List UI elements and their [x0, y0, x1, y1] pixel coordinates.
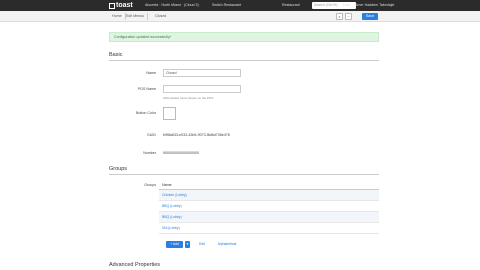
chevron-down-icon: ▾	[186, 242, 189, 246]
sub-toolbar: Home Edit Menus Closed ⌕ ⋯ Save	[0, 11, 480, 22]
pos-name-label: POS Name	[137, 87, 156, 91]
name-input[interactable]: Closed	[163, 69, 241, 77]
groups-section-title: Groups	[109, 166, 128, 172]
advanced-section-title: Advanced Properties	[109, 262, 161, 268]
button-color-swatch[interactable]	[163, 107, 176, 120]
alphabetical-sort-button[interactable]: Alphabetical	[214, 241, 240, 248]
edit-groups-button[interactable]: Edit	[196, 241, 208, 248]
groups-name-header: Name	[159, 180, 379, 190]
section-divider	[109, 174, 379, 175]
toast-logo[interactable]: toast	[109, 2, 137, 9]
table-row[interactable]: Chicken (Lobby)	[159, 190, 379, 201]
basic-section-title: Basic	[109, 52, 123, 58]
table-row[interactable]: BBQ (Lobby)	[159, 212, 379, 223]
toast-logo-icon	[109, 2, 115, 9]
table-row[interactable]: BBQ (Lobby)	[159, 201, 379, 212]
guid-value: b9f8a633-e033-43b5-9073-f8d6d738e478	[163, 133, 230, 137]
name-label: Name	[146, 71, 156, 75]
button-color-label: Button Color	[136, 111, 156, 115]
pos-name-hint: Abbreviated name shown on the POS	[163, 96, 214, 100]
logo-text: toast	[116, 2, 133, 9]
success-alert: Configuration updated successfully!	[109, 32, 379, 42]
help-menu[interactable]: Help	[343, 2, 350, 9]
more-icon[interactable]: ⋯	[345, 13, 352, 20]
pos-name-input[interactable]	[163, 85, 241, 93]
section-divider	[109, 60, 379, 61]
guid-label: GUID	[147, 133, 156, 137]
search-icon[interactable]: ⌕	[336, 13, 343, 20]
user-menu[interactable]: Amer Haddem Takedajel	[355, 2, 435, 9]
breadcrumb-edit-menus[interactable]: Edit Menus	[123, 13, 148, 20]
groups-label: Groups	[144, 183, 156, 187]
restaurant-menu[interactable]: Restaurant	[282, 2, 300, 9]
number-value: 900000000000000000	[163, 151, 199, 155]
add-group-button[interactable]: + Add	[166, 241, 183, 248]
groups-table: Name Chicken (Lobby) BBQ (Lobby) BBQ (Lo…	[159, 180, 379, 234]
number-label: Number	[143, 151, 156, 155]
add-dropdown-button[interactable]: ▾	[185, 241, 190, 248]
top-nav-bar: toast Alucerta · North Miami · (Cloud 3)…	[0, 0, 480, 11]
table-row[interactable]: ISA (Lobby)	[159, 223, 379, 234]
restaurant-switcher[interactable]: Switch Restaurant	[212, 2, 241, 9]
save-button[interactable]: Save	[362, 13, 378, 20]
breadcrumb-current: Closed	[155, 14, 167, 18]
location-selector[interactable]: Alucerta · North Miami · (Cloud 3)	[145, 2, 199, 9]
